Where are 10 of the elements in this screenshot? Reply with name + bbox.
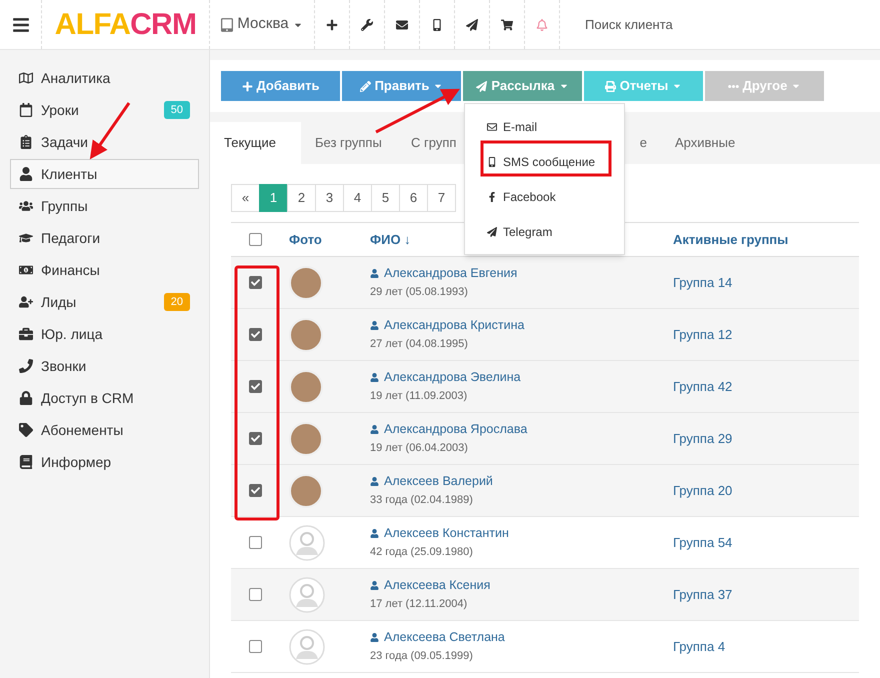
- client-age: 23 года (09.05.1999): [370, 649, 474, 664]
- count-badge: 50: [164, 100, 190, 120]
- client-age: 17 лет (12.11.2004): [370, 597, 468, 612]
- count-badge: 20: [164, 292, 190, 312]
- client-age: 19 лет (11.09.2003): [370, 389, 468, 404]
- client-age: 33 года (02.04.1989): [370, 493, 474, 508]
- client-age: 42 года (25.09.1980): [370, 545, 474, 560]
- client-age: 19 лет (06.04.2003): [370, 441, 469, 456]
- client-age: 27 лет (04.08.1995): [370, 337, 469, 352]
- client-age: 29 лет (05.08.1993): [370, 285, 469, 300]
